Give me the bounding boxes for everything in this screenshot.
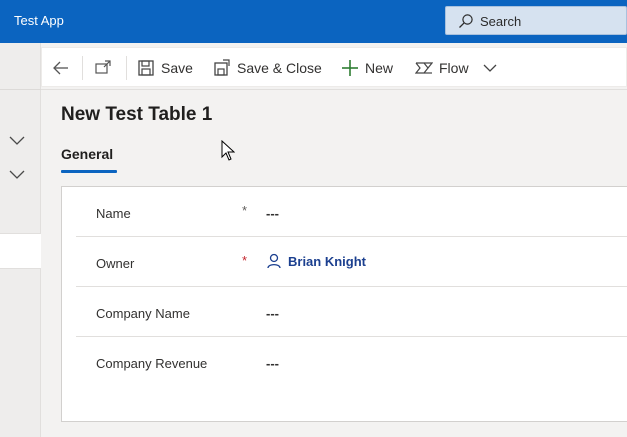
field-value[interactable]: --- [266,206,279,221]
new-label: New [365,60,394,76]
arrow-left-icon [53,61,68,75]
required-marker: * [242,253,248,268]
owner-name: Brian Knight [288,253,366,269]
save-close-button[interactable]: Save & Close [213,48,322,88]
save-label: Save [161,60,193,76]
flow-icon [415,62,433,74]
search-icon [459,14,473,28]
field-company-revenue[interactable]: Company Revenue --- [76,337,627,387]
page-title: New Test Table 1 [61,104,213,125]
nav-divider [0,89,41,90]
app-header: Test App Search [0,0,627,43]
tab-active-indicator [61,170,117,173]
field-label: Owner [96,256,135,271]
open-new-window-button[interactable] [94,48,118,88]
owner-lookup-link[interactable]: Brian Knight [266,253,366,269]
command-pane: Save Save & Close New Flow [41,47,627,87]
required-marker: * [242,203,248,218]
person-icon [267,253,281,269]
save-icon [138,60,154,76]
field-label: Name [96,206,131,221]
search-label: Search [480,14,522,29]
field-label: Company Revenue [96,356,208,371]
field-owner[interactable]: Owner * Brian Knight [76,237,627,287]
chevron-down-icon [483,64,497,72]
command-bar: Save Save & Close New Flow [41,43,627,90]
search-box[interactable]: Search [445,6,627,35]
flow-label: Flow [439,60,469,76]
form-header: New Test Table 1 General [41,90,627,184]
command-divider [126,56,127,80]
field-value[interactable]: --- [266,306,279,321]
chevron-down-icon[interactable] [9,136,25,146]
save-button[interactable]: Save [137,48,193,88]
new-button[interactable]: New [341,48,393,88]
field-name[interactable]: Name * --- [76,187,627,237]
back-button[interactable] [52,48,76,88]
field-value[interactable]: --- [266,356,279,371]
save-close-label: Save & Close [237,60,322,76]
tab-general[interactable]: General [61,146,113,162]
mouse-cursor-icon [221,140,235,161]
left-nav [0,43,41,437]
command-divider [82,56,83,80]
nav-item-selected[interactable] [0,233,41,269]
chevron-down-icon[interactable] [9,170,25,180]
field-label: Company Name [96,306,190,321]
flow-button[interactable]: Flow [415,48,469,88]
more-commands-button[interactable] [481,48,505,88]
form-section: Name * --- Owner * Brian Knight Company … [61,186,627,422]
save-close-icon [214,59,230,76]
app-title[interactable]: Test App [14,13,64,28]
plus-icon [342,60,358,76]
pop-out-icon [95,60,111,74]
field-company-name[interactable]: Company Name --- [76,287,627,337]
